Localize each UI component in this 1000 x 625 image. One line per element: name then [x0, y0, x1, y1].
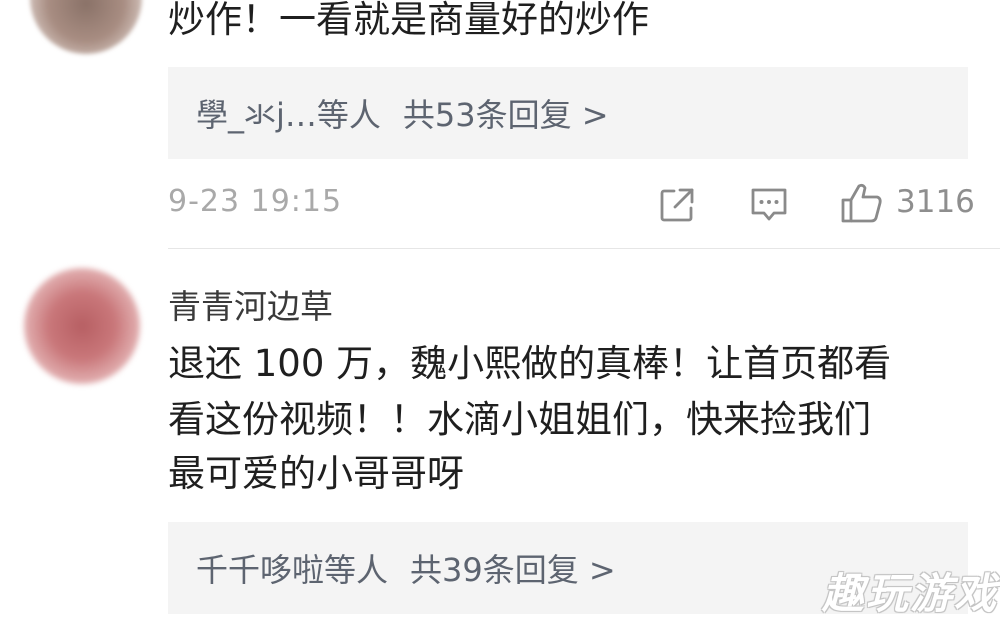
comment-body-line: 最可爱的小哥哥呀 [168, 452, 464, 495]
comment-text: 炒作！一看就是商量好的炒作 [168, 0, 649, 41]
reply-users: 千千哆啦等人 [196, 551, 389, 589]
reply-count-link[interactable]: 共53条回复 > [403, 90, 609, 136]
like-count: 3116 [896, 184, 975, 220]
comment-divider [168, 248, 1000, 249]
share-icon[interactable] [658, 186, 696, 224]
comment-body-line: 退还 100 万，魏小熙做的真棒！让首页都看 [168, 342, 892, 385]
site-watermark: 趣玩游戏 [822, 569, 999, 618]
avatar[interactable] [24, 268, 140, 384]
comment-timestamp: 9-23 19:15 [168, 184, 343, 219]
comment-username[interactable]: 青青河边草 [168, 280, 333, 328]
comment-body-line: 看这份视频！！水滴小姐姐们，快来捡我们 [168, 398, 871, 441]
avatar[interactable] [30, 0, 142, 54]
reply-summary-box[interactable]: 學_氺j…等人 共53条回复 > [168, 67, 968, 159]
thumbs-up-icon[interactable] [840, 182, 884, 224]
comment-icon[interactable] [749, 186, 789, 224]
reply-users: 學_氺j…等人 [196, 96, 381, 134]
reply-count-link[interactable]: 共39条回复 > [410, 545, 616, 591]
